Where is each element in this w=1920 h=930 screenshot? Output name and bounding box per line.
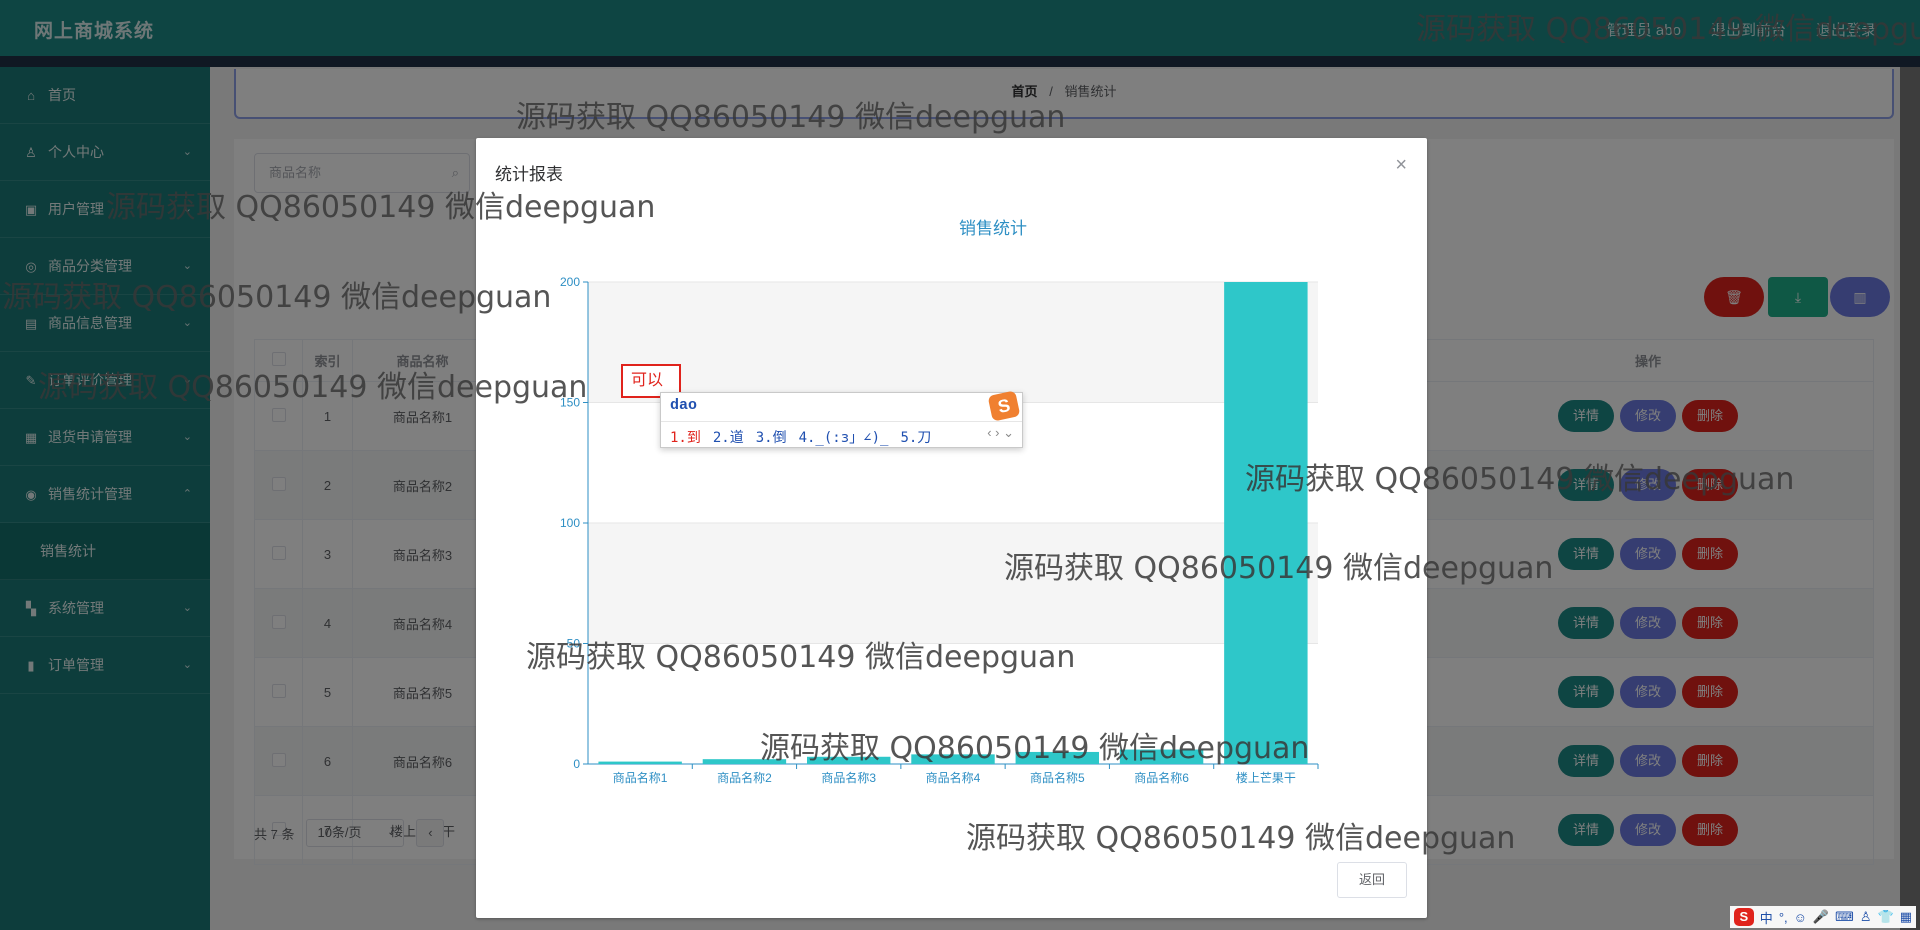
y-tick-label: 200 bbox=[560, 275, 580, 289]
ime-composition: dao bbox=[670, 397, 698, 414]
ime-candidate-window: dao S 1.到 2.道 3.倒 4._(:з」∠)_ 5.刀 ‹ › ⌄ bbox=[660, 390, 1023, 448]
watermark: 源码获取 QQ86050149 微信deepguan bbox=[38, 370, 588, 405]
watermark: 源码获取 QQ86050149 微信deepguan bbox=[1416, 12, 1920, 47]
ime-candidates: 1.到 2.道 3.倒 4._(:з」∠)_ 5.刀 bbox=[670, 427, 943, 447]
chart-title: 销售统计 bbox=[959, 219, 1027, 238]
tray-item[interactable]: 中 bbox=[1760, 908, 1773, 927]
watermark: 源码获取 QQ86050149 微信deepguan bbox=[106, 190, 656, 225]
ime-candidate[interactable]: 5.刀 bbox=[900, 430, 931, 446]
report-dialog: 统计报表 × 销售统计 0 50 100 150 200 商品名称1 商品名称2 商品名称3 商品… bbox=[476, 138, 1427, 918]
tray-item[interactable]: ☺ bbox=[1794, 910, 1807, 925]
bar bbox=[598, 761, 682, 764]
x-tick-label: 商品名称1 bbox=[613, 770, 668, 785]
watermark: 源码获取 QQ86050149 微信deepguan bbox=[526, 640, 1076, 675]
watermark: 源码获取 QQ86050149 微信deepguan bbox=[760, 731, 1310, 766]
tray-item[interactable]: ♙ bbox=[1860, 909, 1872, 925]
ime-divider bbox=[661, 421, 1022, 422]
y-tick-label: 100 bbox=[560, 516, 580, 530]
sogou-logo-icon: S bbox=[987, 390, 1021, 422]
watermark: 源码获取 QQ86050149 微信deepguan bbox=[966, 821, 1516, 856]
watermark: 源码获取 QQ86050149 微信deepguan bbox=[1004, 551, 1554, 586]
x-tick-label: 商品名称3 bbox=[821, 770, 876, 785]
x-tick-label: 商品名称6 bbox=[1134, 770, 1189, 785]
back-button[interactable]: 返回 bbox=[1337, 862, 1407, 898]
grid-band bbox=[588, 282, 1318, 403]
x-tick-label: 楼上芒果干 bbox=[1236, 770, 1296, 785]
x-tick-label: 商品名称5 bbox=[1030, 770, 1085, 785]
watermark: 源码获取 QQ86050149 微信deepguan bbox=[1245, 462, 1795, 497]
tray-item[interactable]: ▦ bbox=[1900, 909, 1912, 925]
ime-candidate[interactable]: 4._(:з」∠)_ bbox=[799, 430, 889, 446]
sogou-tray-icon[interactable]: S bbox=[1733, 908, 1754, 926]
tray-item[interactable]: 🎤 bbox=[1813, 909, 1829, 925]
tray-item[interactable]: 👕 bbox=[1878, 909, 1894, 925]
ime-candidate[interactable]: 2.道 bbox=[713, 430, 744, 446]
watermark: 源码获取 QQ86050149 微信deepguan bbox=[516, 100, 1066, 135]
ime-candidate[interactable]: 1.到 bbox=[670, 430, 701, 446]
ime-toolbar: S 中 °, ☺ 🎤 ⌨ ♙ 👕 ▦ bbox=[1729, 906, 1916, 928]
y-tick-label: 0 bbox=[573, 757, 580, 771]
x-tick-label: 商品名称2 bbox=[717, 770, 772, 785]
ime-candidate[interactable]: 3.倒 bbox=[756, 430, 787, 446]
tray-item[interactable]: °, bbox=[1779, 910, 1788, 925]
close-icon[interactable]: × bbox=[1395, 154, 1407, 177]
bar bbox=[1224, 282, 1308, 764]
watermark: 源码获取 QQ86050149 微信deepguan bbox=[2, 280, 552, 315]
tray-item[interactable]: ⌨ bbox=[1835, 909, 1854, 925]
ime-page-nav[interactable]: ‹ › ⌄ bbox=[987, 425, 1014, 441]
x-tick-label: 商品名称4 bbox=[926, 770, 981, 785]
